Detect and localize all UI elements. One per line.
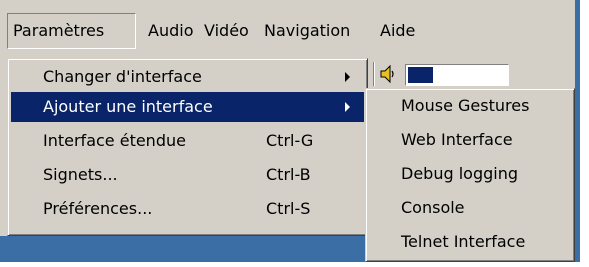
speaker-icon[interactable] xyxy=(379,64,397,84)
menu-item-label: Mouse Gestures xyxy=(401,96,530,115)
menu-item-ajouter-interface[interactable]: Ajouter une interface xyxy=(11,92,364,122)
submenu-arrow-icon xyxy=(345,72,350,82)
menu-item-label: Signets... xyxy=(43,165,118,184)
menu-item-preferences[interactable]: Préférences... Ctrl-S xyxy=(11,194,364,224)
status-band xyxy=(0,236,368,262)
menu-audio-label: Audio xyxy=(148,21,194,40)
menu-audio[interactable]: Audio xyxy=(148,13,193,49)
window-edge xyxy=(575,0,580,262)
submenu-item-web-interface[interactable]: Web Interface xyxy=(369,125,571,155)
menu-parametres-label: Paramètres xyxy=(13,21,105,40)
menu-item-label: Console xyxy=(401,198,465,217)
menu-item-shortcut: Ctrl-G xyxy=(266,131,314,150)
ajouter-interface-submenu: Mouse Gestures Web Interface Debug loggi… xyxy=(365,88,575,262)
menu-item-label: Préférences... xyxy=(43,199,153,218)
menu-item-label: Telnet Interface xyxy=(401,232,526,251)
menu-item-label: Debug logging xyxy=(401,164,518,183)
submenu-item-console[interactable]: Console xyxy=(369,193,571,223)
submenu-item-debug-logging[interactable]: Debug logging xyxy=(369,159,571,189)
menu-aide[interactable]: Aide xyxy=(380,13,415,49)
menubar: Paramètres Audio Vidéo Navigation Aide xyxy=(0,13,575,49)
volume-fill xyxy=(408,67,433,83)
menu-video[interactable]: Vidéo xyxy=(204,13,249,49)
menu-item-shortcut: Ctrl-S xyxy=(266,199,311,218)
menu-video-label: Vidéo xyxy=(204,21,249,40)
submenu-item-telnet-interface[interactable]: Telnet Interface xyxy=(369,227,571,257)
menu-parametres[interactable]: Paramètres xyxy=(7,13,136,49)
submenu-arrow-icon xyxy=(345,102,350,112)
toolbar-separator xyxy=(373,62,374,86)
parametres-menu: Changer d'interface Ajouter une interfac… xyxy=(7,58,368,236)
menu-item-label: Web Interface xyxy=(401,130,513,149)
menu-navigation-label: Navigation xyxy=(264,21,351,40)
menu-item-label: Changer d'interface xyxy=(43,67,202,86)
toolbar xyxy=(365,58,575,88)
menu-navigation[interactable]: Navigation xyxy=(264,13,350,49)
menu-item-label: Ajouter une interface xyxy=(43,97,213,116)
volume-slider[interactable] xyxy=(405,64,509,86)
menu-item-label: Interface étendue xyxy=(43,131,186,150)
menu-item-shortcut: Ctrl-B xyxy=(266,165,311,184)
menu-item-signets[interactable]: Signets... Ctrl-B xyxy=(11,160,364,190)
submenu-item-mouse-gestures[interactable]: Mouse Gestures xyxy=(369,91,571,121)
menu-aide-label: Aide xyxy=(380,21,416,40)
menu-item-changer-interface[interactable]: Changer d'interface xyxy=(11,62,364,92)
menu-item-interface-etendue[interactable]: Interface étendue Ctrl-G xyxy=(11,126,364,156)
